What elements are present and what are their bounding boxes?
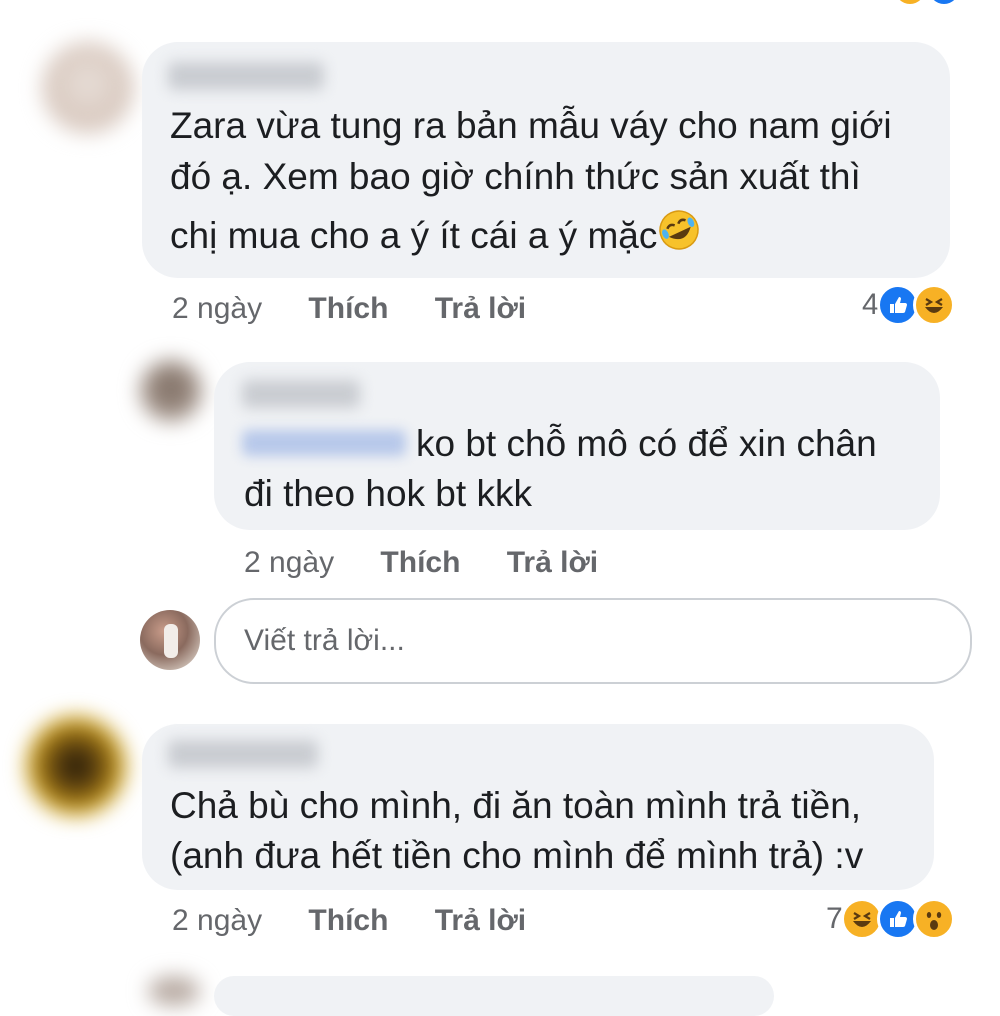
like-button[interactable]: Thích — [308, 292, 388, 325]
reaction-summary[interactable]: 7 — [826, 898, 955, 940]
avatar[interactable] — [140, 360, 202, 422]
reply-button[interactable]: Trả lời — [507, 546, 598, 579]
next-comment-bubble — [214, 976, 774, 1016]
like-button[interactable]: Thích — [380, 546, 460, 579]
comment-text-line: đó ạ. Xem bao giờ chính thức sản xuất th… — [170, 156, 861, 197]
haha-reaction-icon — [912, 284, 955, 326]
timestamp[interactable]: 2 ngày — [172, 904, 262, 937]
like-button[interactable]: Thích — [308, 904, 388, 937]
commenter-name-blurred[interactable] — [168, 740, 318, 768]
comment-text-line: đi theo hok bt kkk — [244, 473, 532, 514]
comment-meta: 2 ngày Thích Trả lời — [172, 292, 564, 326]
comment-text-line: Chả bù cho mình, đi ăn toàn mình trả tiề… — [170, 785, 862, 826]
reply-button[interactable]: Trả lời — [435, 904, 526, 937]
comment-text-line: Zara vừa tung ra bản mẫu váy cho nam giớ… — [170, 105, 892, 146]
rolling-laughing-emoji-icon — [657, 208, 701, 267]
reply-input[interactable] — [216, 624, 970, 658]
comment-text-line: chị mua cho a ý ít cái a ý mặc — [170, 208, 701, 267]
top-cutoff-reaction — [895, 0, 965, 4]
timestamp[interactable]: 2 ngày — [172, 292, 262, 325]
timestamp[interactable]: 2 ngày — [244, 546, 334, 579]
comment-text-line: ko bt chỗ mô có để xin chân — [416, 423, 877, 464]
reply-button[interactable]: Trả lời — [435, 292, 526, 325]
current-user-avatar[interactable] — [140, 610, 200, 670]
reaction-summary[interactable]: 4 — [862, 284, 955, 326]
comment-meta: 2 ngày Thích Trả lời — [244, 546, 636, 580]
commenter-name-blurred[interactable] — [242, 380, 360, 408]
reply-input-box[interactable] — [214, 598, 972, 684]
comment-meta: 2 ngày Thích Trả lời — [172, 904, 564, 938]
avatar[interactable] — [42, 42, 134, 134]
next-comment-avatar — [148, 976, 200, 1006]
commenter-name-blurred[interactable] — [168, 62, 324, 90]
avatar[interactable] — [26, 716, 126, 816]
tagged-name-blurred[interactable] — [242, 430, 406, 456]
comment-text-line: (anh đưa hết tiền cho mình để mình trả) … — [170, 835, 864, 876]
wow-reaction-icon — [912, 898, 955, 940]
